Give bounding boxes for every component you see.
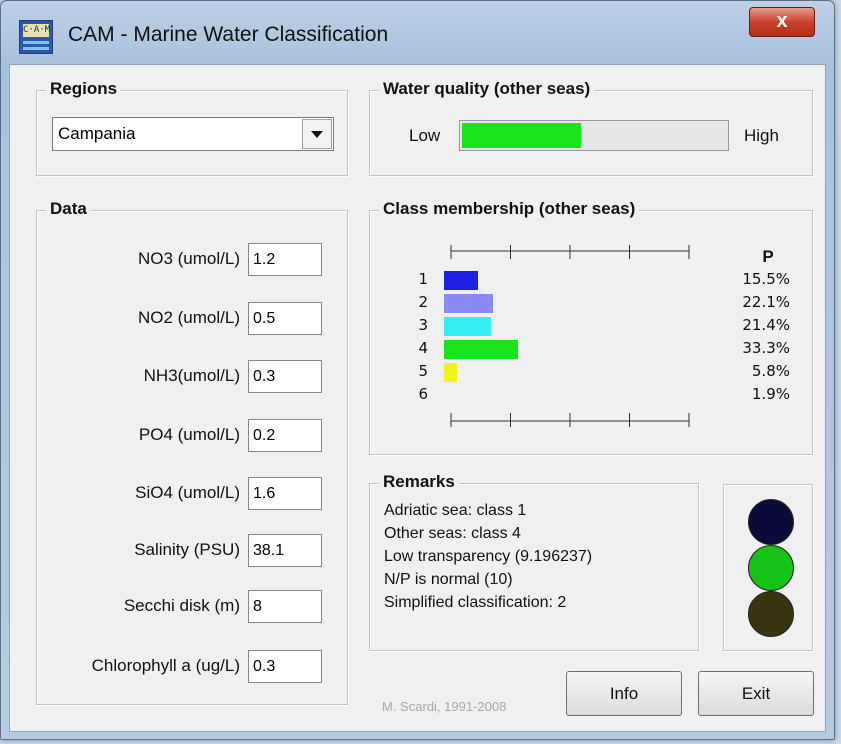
remarks-line: Adriatic sea: class 1 bbox=[384, 502, 527, 519]
class-bar-3 bbox=[444, 317, 491, 336]
class-percent: 21.4% bbox=[742, 316, 790, 334]
class-label: 3 bbox=[418, 316, 428, 334]
remarks-line: Simplified classification: 2 bbox=[384, 594, 567, 611]
exit-button[interactable]: Exit bbox=[698, 671, 814, 716]
traffic-light-top bbox=[748, 499, 794, 545]
p-header: P bbox=[762, 247, 773, 266]
class-label: 4 bbox=[418, 339, 428, 357]
class-bar-1 bbox=[444, 271, 478, 290]
info-button[interactable]: Info bbox=[566, 671, 682, 716]
traffic-light-middle bbox=[748, 545, 794, 591]
class-bar-5 bbox=[444, 363, 457, 382]
class-percent: 33.3% bbox=[742, 339, 790, 357]
remarks-line: Other seas: class 4 bbox=[384, 525, 521, 542]
traffic-light-panel bbox=[723, 484, 813, 651]
class-percent: 22.1% bbox=[742, 293, 790, 311]
class-percent: 1.9% bbox=[752, 385, 790, 403]
remarks-line: N/P is normal (10) bbox=[384, 571, 513, 588]
class-label: 1 bbox=[418, 270, 428, 288]
class-percent: 5.8% bbox=[752, 362, 790, 380]
class-label: 6 bbox=[418, 385, 428, 403]
class-bar-4 bbox=[444, 340, 518, 359]
remarks-title: Remarks bbox=[379, 472, 459, 492]
class-label: 5 bbox=[418, 362, 428, 380]
class-percent: 15.5% bbox=[742, 270, 790, 288]
class-bar-2 bbox=[444, 294, 493, 313]
credit-text: M. Scardi, 1991-2008 bbox=[382, 699, 507, 714]
traffic-light-bottom bbox=[748, 591, 794, 637]
remarks-line: Low transparency (9.196237) bbox=[384, 548, 593, 565]
class-label: 2 bbox=[418, 293, 428, 311]
